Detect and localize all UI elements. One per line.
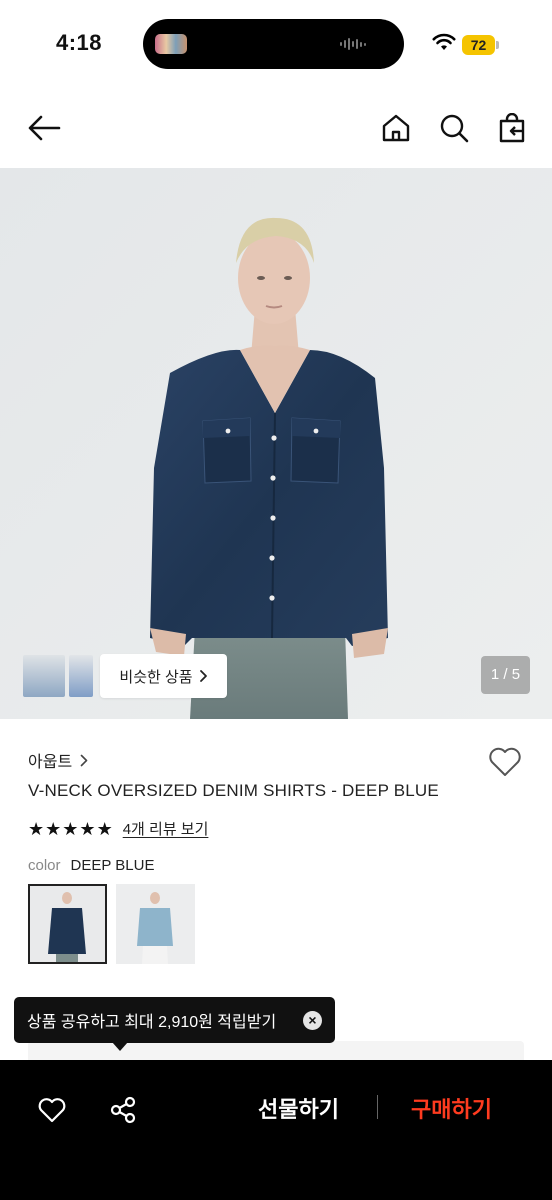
buy-button[interactable]: 구매하기 (411, 1092, 492, 1124)
action-divider (377, 1095, 378, 1119)
star-icon: ★ (96, 818, 113, 839)
battery-indicator: 72 (462, 35, 495, 55)
now-playing-artwork (155, 34, 187, 54)
star-rating: ★ ★ ★ ★ ★ (28, 819, 113, 839)
swatch-image (116, 884, 195, 964)
swatch-image (28, 884, 107, 964)
wifi-icon (432, 33, 456, 50)
cart-button[interactable] (492, 108, 532, 148)
battery-tip (496, 41, 499, 49)
status-time: 4:18 (56, 30, 103, 55)
reviews-link[interactable]: 4개 리뷰 보기 (123, 818, 209, 839)
dynamic-island (143, 19, 404, 69)
arrow-left-icon (28, 115, 61, 141)
color-row: color DEEP BLUE (28, 857, 154, 874)
thumbnail-1[interactable] (23, 655, 65, 697)
star-icon: ★ (28, 818, 45, 839)
swatch-deep-blue[interactable] (28, 884, 107, 964)
star-icon: ★ (45, 818, 62, 839)
share-button[interactable] (103, 1090, 143, 1130)
star-icon: ★ (79, 818, 96, 839)
top-navigation (0, 90, 552, 168)
chevron-right-icon (80, 754, 88, 766)
tooltip-arrow (112, 1042, 128, 1051)
tooltip-text: 상품 공유하고 최대 2,910원 적립받기 (27, 1014, 277, 1031)
home-icon (382, 114, 410, 142)
bottom-wishlist-button[interactable] (32, 1090, 72, 1130)
similar-products-button[interactable]: 비슷한 상품 (100, 654, 227, 698)
color-label: color (28, 857, 61, 874)
share-reward-tooltip: 상품 공유하고 최대 2,910원 적립받기 (14, 997, 335, 1043)
home-button[interactable] (376, 108, 416, 148)
rating-row: ★ ★ ★ ★ ★ 4개 리뷰 보기 (28, 818, 208, 839)
product-photo (0, 168, 552, 719)
color-swatches (28, 884, 195, 964)
brand-name: 아웁트 (28, 754, 73, 771)
color-value: DEEP BLUE (70, 857, 155, 874)
gift-button[interactable]: 선물하기 (258, 1092, 339, 1124)
swatch-light-blue[interactable] (116, 884, 195, 964)
heart-icon (38, 1098, 66, 1123)
wishlist-heart-icon[interactable] (487, 744, 523, 780)
search-icon (440, 114, 469, 143)
tooltip-close-button[interactable]: × (303, 1011, 322, 1030)
product-image-gallery[interactable]: 비슷한 상품 1 / 5 (0, 168, 552, 719)
star-icon: ★ (62, 818, 79, 839)
chevron-right-icon (199, 670, 207, 682)
status-bar: 4:18 72 (0, 0, 552, 90)
shopping-bag-icon (499, 113, 525, 143)
thumbnail-2[interactable] (69, 655, 93, 697)
audio-wave-icon (340, 37, 370, 51)
bottom-action-bar: 선물하기 구매하기 (0, 1060, 552, 1200)
back-button[interactable] (24, 108, 64, 148)
gallery-thumbnails (23, 655, 93, 697)
product-title: V-NECK OVERSIZED DENIM SHIRTS - DEEP BLU… (28, 781, 439, 800)
brand-link[interactable]: 아웁트 (28, 748, 88, 772)
image-page-indicator: 1 / 5 (481, 656, 530, 694)
similar-products-label: 비슷한 상품 (119, 668, 193, 686)
search-button[interactable] (434, 108, 474, 148)
share-icon (110, 1096, 136, 1124)
